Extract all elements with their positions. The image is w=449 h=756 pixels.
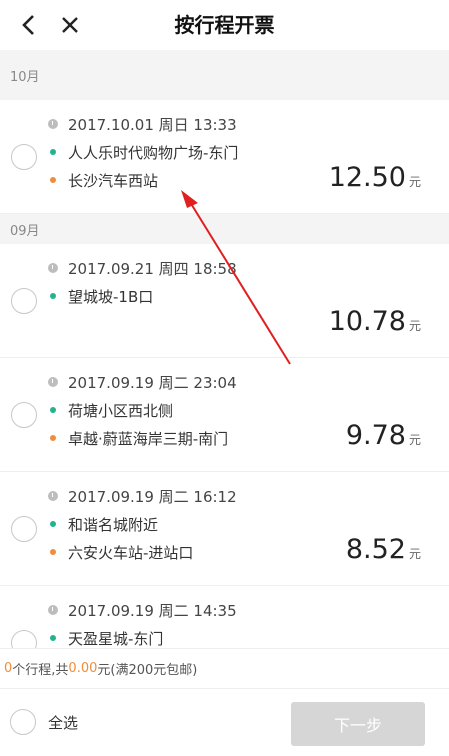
clock-icon (48, 377, 58, 387)
month-header-oct: 10月 (0, 50, 449, 100)
start-dot-icon (50, 521, 56, 527)
selected-total: 0.00 (68, 661, 98, 676)
trip-start: 人人乐时代购物广场-东门 (68, 143, 239, 162)
clock-icon (48, 263, 58, 273)
trip-time: 2017.09.19 周二 23:04 (68, 373, 237, 392)
trip-item[interactable]: 2017.10.01 周日 13:33 人人乐时代购物广场-东门 长沙汽车西站 … (0, 100, 449, 214)
chevron-left-icon (22, 15, 34, 35)
nav-bar: 按行程开票 (0, 0, 449, 50)
selected-count: 0 (4, 661, 13, 676)
next-step-button[interactable]: 下一步 (291, 702, 425, 746)
end-dot-icon (50, 435, 56, 441)
select-all-label: 全选 (48, 713, 79, 732)
trip-start: 天盈星城-东门 (68, 629, 164, 648)
trip-item[interactable]: 2017.09.19 周二 16:12 和谐名城附近 六安火车站-进站口 8.5… (0, 472, 449, 586)
back-button[interactable] (14, 10, 42, 40)
trip-time: 2017.09.21 周四 18:58 (68, 259, 237, 278)
trip-amount: 10.78 元 (328, 306, 421, 337)
start-dot-icon (50, 407, 56, 413)
trip-item[interactable]: 2017.09.19 周二 14:35 天盈星城-东门 (0, 586, 449, 648)
clock-icon (48, 491, 58, 501)
trip-item[interactable]: 2017.09.19 周二 23:04 荷塘小区西北侧 卓越·蔚蓝海岸三期-南门… (0, 358, 449, 472)
select-all-toggle[interactable]: 全选 (10, 709, 78, 735)
trip-select-radio[interactable] (11, 630, 37, 648)
trip-select-radio[interactable] (11, 516, 37, 542)
trip-list[interactable]: 10月 2017.10.01 周日 13:33 人人乐时代购物广场-东门 长沙汽… (0, 50, 449, 648)
trip-time: 2017.09.19 周二 16:12 (68, 487, 237, 506)
close-button[interactable] (56, 10, 84, 40)
trip-item[interactable]: 2017.09.21 周四 18:58 望城坡-1B口 10.78 元 (0, 244, 449, 358)
trip-start: 望城坡-1B口 (68, 287, 154, 306)
month-header-sep: 09月 (0, 214, 449, 244)
start-dot-icon (50, 149, 56, 155)
trip-end: 长沙汽车西站 (68, 171, 159, 190)
trip-end: 卓越·蔚蓝海岸三期-南门 (68, 429, 229, 448)
close-icon (62, 17, 78, 33)
bottom-bar: 全选 下一步 (0, 688, 449, 756)
trip-amount: 9.78 元 (345, 420, 421, 451)
clock-icon (48, 119, 58, 129)
trip-select-radio[interactable] (11, 144, 37, 170)
clock-icon (48, 605, 58, 615)
end-dot-icon (50, 549, 56, 555)
trip-select-radio[interactable] (11, 288, 37, 314)
start-dot-icon (50, 293, 56, 299)
trip-end: 六安火车站-进站口 (68, 543, 194, 562)
trip-amount: 8.52 元 (345, 534, 421, 565)
trip-time: 2017.09.19 周二 14:35 (68, 601, 237, 620)
trip-start: 和谐名城附近 (68, 515, 159, 534)
end-dot-icon (50, 177, 56, 183)
start-dot-icon (50, 635, 56, 641)
select-all-radio[interactable] (10, 709, 36, 735)
trip-select-radio[interactable] (11, 402, 37, 428)
trip-amount: 12.50 元 (328, 162, 421, 193)
selection-summary: 0 个行程,共 0.00 元(满200元包邮) (0, 648, 449, 688)
trip-start: 荷塘小区西北侧 (68, 401, 174, 420)
trip-time: 2017.10.01 周日 13:33 (68, 115, 237, 134)
